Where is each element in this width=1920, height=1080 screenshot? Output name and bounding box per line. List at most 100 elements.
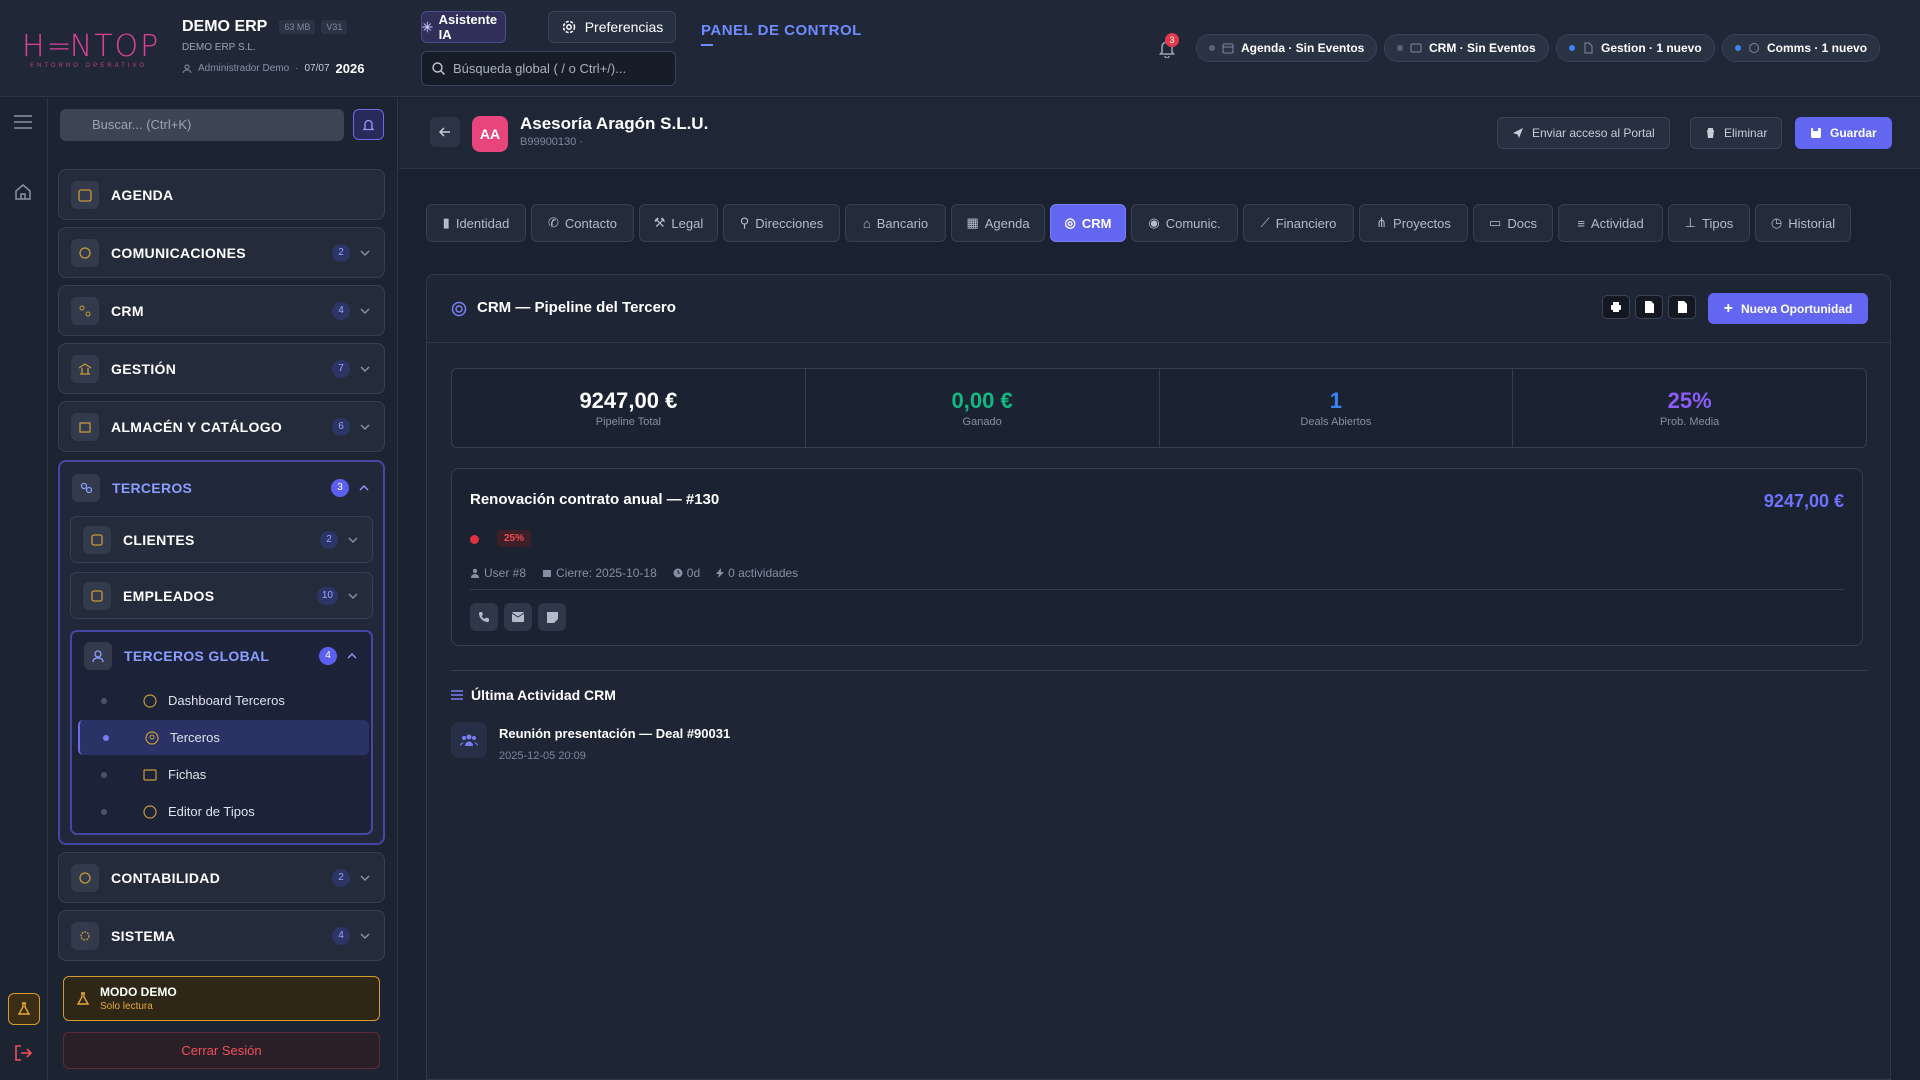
app-logo[interactable]: H=NTOP ENTORNO OPERATIVO (22, 32, 160, 70)
sidebar-module-contabilidad[interactable]: CONTABILIDAD 2 (58, 852, 385, 903)
status-pill-comms[interactable]: Comms · 1 nuevo (1722, 34, 1881, 62)
panel-subtitle-dash (701, 44, 713, 46)
module-icon (84, 641, 112, 670)
pin-icon: ⚲ (739, 215, 750, 230)
tab-agenda[interactable]: ▦ Agenda (951, 204, 1045, 242)
sidebar-module-comunicaciones[interactable]: COMUNICACIONES 2 (58, 227, 385, 278)
module-icon (72, 473, 100, 502)
chart-icon: ⟋ (1260, 215, 1270, 230)
module-badge: 2 (320, 530, 338, 549)
menu-icon[interactable] (14, 115, 32, 129)
export-pdf-button[interactable] (1635, 295, 1663, 319)
module-icon (71, 863, 99, 892)
sidebar-module-terceros: TERCEROS 3 CLIENTES 2 EMPLEADOS 10 TERCE… (58, 460, 385, 845)
save-button[interactable]: Guardar (1795, 117, 1892, 149)
sidebar-sub-empleados[interactable]: EMPLEADOS 10 (70, 572, 373, 619)
add-note-button[interactable] (538, 603, 566, 631)
floppy-icon (1811, 128, 1821, 138)
send-portal-access-button[interactable]: Enviar acceso al Portal (1497, 117, 1670, 149)
print-button[interactable] (1602, 295, 1630, 319)
back-button[interactable] (430, 117, 460, 147)
flask-icon (17, 1002, 31, 1015)
demo-mode-banner: MODO DEMO Solo lectura (63, 976, 380, 1021)
home-icon[interactable] (14, 183, 32, 201)
sidebar-search-input[interactable]: Buscar... (Ctrl+K) (60, 109, 344, 141)
logout-button[interactable]: Cerrar Sesión (63, 1032, 380, 1069)
top-bar: H=NTOP ENTORNO OPERATIVO DEMO ERP 63 MB … (0, 0, 1920, 97)
preferences-button[interactable]: Preferencias (548, 11, 676, 43)
global-search-input[interactable]: Búsqueda global ( / o Ctrl+/)... (421, 51, 676, 86)
tab-comunic[interactable]: ◉ Comunic. (1131, 204, 1238, 242)
tab-historial[interactable]: ◷ Historial (1755, 204, 1851, 242)
crm-icon (1410, 43, 1422, 53)
kpi-prob-media: 25% Prob. Media (1659, 388, 1720, 428)
log-call-button[interactable] (470, 603, 498, 631)
bell-icon (362, 119, 375, 130)
terceros-global-header[interactable]: TERCEROS GLOBAL 4 (72, 632, 371, 679)
sidebar-pin-button[interactable] (353, 109, 384, 140)
notification-count-badge: 3 (1165, 33, 1179, 47)
section-divider (451, 670, 1867, 671)
tab-direcciones[interactable]: ⚲ Direcciones (723, 204, 840, 242)
status-pill-crm[interactable]: CRM · Sin Eventos (1384, 34, 1549, 62)
chat-icon: ◉ (1148, 215, 1160, 230)
status-pill-agenda[interactable]: Agenda · Sin Eventos (1196, 34, 1378, 62)
delete-button[interactable]: Eliminar (1690, 117, 1783, 149)
chevron-down-icon (348, 537, 358, 543)
deal-meta: User #8 Cierre: 2025-10-18 0d 0 activida… (470, 566, 798, 580)
tab-identidad[interactable]: ▮ Identidad (426, 204, 526, 242)
tab-tipos[interactable]: ⊥ Tipos (1668, 204, 1750, 242)
chevron-down-icon (360, 424, 370, 430)
panel-title[interactable]: PANEL DE CONTROL (701, 22, 862, 39)
tab-docs[interactable]: ▭ Docs (1473, 204, 1553, 242)
sidebar-sub-clientes[interactable]: CLIENTES 2 (70, 516, 373, 563)
chevron-down-icon (360, 250, 370, 256)
sidebar-sub-terceros-global: TERCEROS GLOBAL 4 Dashboard Terceros Ter… (70, 630, 373, 835)
sidebar-leaf-editor-tipos[interactable]: Editor de Tipos (78, 794, 369, 829)
chevron-down-icon (348, 593, 358, 599)
sidebar-module-gestion[interactable]: GESTIÓN 7 (58, 343, 385, 394)
ai-assistant-button[interactable]: Asistente IA (421, 11, 506, 43)
crm-card-header: CRM — Pipeline del Tercero + Nueva Oport… (427, 275, 1890, 343)
sidebar-module-sistema[interactable]: SISTEMA 4 (58, 910, 385, 961)
tab-financiero[interactable]: ⟋ Financiero (1243, 204, 1354, 242)
edit-icon (143, 804, 157, 819)
demo-mode-rail-button[interactable] (8, 993, 40, 1025)
hierarchy-icon: ⊥ (1684, 215, 1696, 230)
new-opportunity-button[interactable]: + Nueva Oportunidad (1708, 293, 1868, 324)
sidebar-leaf-dashboard-terceros[interactable]: Dashboard Terceros (78, 683, 369, 718)
sidebar-leaf-terceros[interactable]: Terceros (78, 720, 369, 755)
terceros-header[interactable]: TERCEROS 3 (60, 462, 383, 513)
log-email-button[interactable] (504, 603, 532, 631)
activity-title[interactable]: Reunión presentación — Deal #90031 (499, 726, 730, 741)
tab-proyectos[interactable]: ⋔ Proyectos (1359, 204, 1468, 242)
record-avatar: AA (472, 116, 508, 152)
tab-crm[interactable]: ◎ CRM (1050, 204, 1126, 242)
export-excel-button[interactable] (1668, 295, 1696, 319)
calendar-icon (543, 570, 552, 577)
plus-icon: + (1723, 299, 1733, 317)
module-badge: 7 (332, 359, 350, 378)
tab-contacto[interactable]: ✆ Contacto (531, 204, 634, 242)
sidebar-module-almacen[interactable]: ALMACÉN Y CATÁLOGO 6 (58, 401, 385, 452)
note-icon (546, 611, 558, 623)
tab-legal[interactable]: ⚒ Legal (639, 204, 718, 242)
module-badge: 6 (332, 417, 350, 436)
module-badge: 3 (331, 478, 349, 497)
module-icon (71, 296, 99, 325)
module-icon (83, 581, 111, 610)
sidebar-module-crm[interactable]: CRM 4 (58, 285, 385, 336)
search-icon (432, 62, 445, 75)
module-icon (71, 921, 99, 950)
module-badge: 4 (332, 301, 350, 320)
deal-card[interactable]: Renovación contrato anual — #130 9247,00… (451, 468, 1863, 646)
user-icon (471, 568, 479, 578)
logout-icon[interactable] (14, 1044, 32, 1062)
id-icon: ▮ (442, 215, 450, 230)
tab-bancario[interactable]: ⌂ Bancario (845, 204, 946, 242)
tab-actividad[interactable]: ≡ Actividad (1558, 204, 1663, 242)
sidebar-module-agenda[interactable]: AGENDA (58, 169, 385, 220)
status-pill-gestion[interactable]: Gestion · 1 nuevo (1556, 34, 1715, 62)
sidebar-leaf-fichas[interactable]: Fichas (78, 757, 369, 792)
module-icon (71, 238, 99, 267)
